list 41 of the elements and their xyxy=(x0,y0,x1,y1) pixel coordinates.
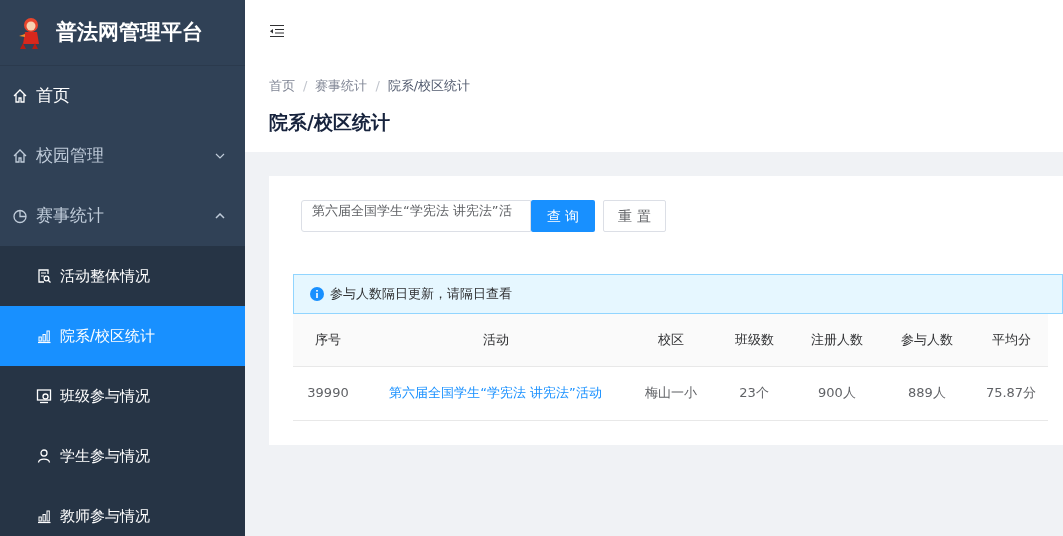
sidebar-subitem[interactable]: 教师参与情况 xyxy=(0,486,245,536)
column-header: 序号 xyxy=(315,332,341,347)
sidebar-item[interactable]: 校园管理 xyxy=(0,126,245,186)
activity-field[interactable]: 第六届全国学生“学宪法 讲宪法”活 xyxy=(301,200,531,232)
sidebar-subitem[interactable]: 学生参与情况 xyxy=(0,426,245,486)
table-cell: 39990 xyxy=(307,385,349,401)
pie-chart-icon xyxy=(12,208,28,224)
sidebar-subitem[interactable]: 班级参与情况 xyxy=(0,366,245,426)
table-cell: 梅山一小 xyxy=(645,385,697,401)
sidebar-subitem[interactable]: 活动整体情况 xyxy=(0,246,245,306)
table-cell: 889人 xyxy=(908,385,946,401)
reset-button[interactable]: 重 置 xyxy=(603,200,666,232)
table-cell: 23个 xyxy=(739,385,769,401)
bar-chart-icon xyxy=(36,328,52,344)
column-header: 参与人数 xyxy=(901,332,953,347)
breadcrumb-item[interactable]: 赛事统计 xyxy=(315,76,368,96)
info-icon xyxy=(310,287,324,301)
breadcrumb-item: 院系/校区统计 xyxy=(387,77,471,95)
page-title: 院系/校区统计 xyxy=(269,109,391,135)
app-title: 普法网管理平台 xyxy=(56,18,203,46)
table-cell: 900人 xyxy=(818,385,856,401)
document-search-icon xyxy=(36,268,52,284)
bar-chart-icon xyxy=(36,508,52,524)
column-header: 班级数 xyxy=(734,332,774,347)
home-icon xyxy=(12,148,28,164)
breadcrumb-separator: / xyxy=(303,77,308,95)
menu-icon[interactable] xyxy=(269,24,285,38)
table-cell: 75.87分 xyxy=(985,385,1037,401)
home-icon xyxy=(12,88,28,104)
breadcrumb-item[interactable]: 首页 xyxy=(269,76,295,96)
sidebar-item[interactable]: 首页 xyxy=(0,66,245,126)
notice-text: 参与人数隔日更新，请隔日查看 xyxy=(330,285,512,304)
column-header: 平均分 xyxy=(991,332,1031,347)
activity-link[interactable]: 第六届全国学生“学宪法 讲宪法”活动 xyxy=(389,385,602,401)
user-icon xyxy=(36,448,52,464)
column-header: 注册人数 xyxy=(811,332,863,347)
monitor-icon xyxy=(36,388,52,404)
column-header: 校区 xyxy=(658,332,684,347)
breadcrumb-separator: / xyxy=(375,77,380,95)
column-header: 活动 xyxy=(482,332,509,347)
sidebar-item[interactable]: 赛事统计 xyxy=(0,186,245,246)
